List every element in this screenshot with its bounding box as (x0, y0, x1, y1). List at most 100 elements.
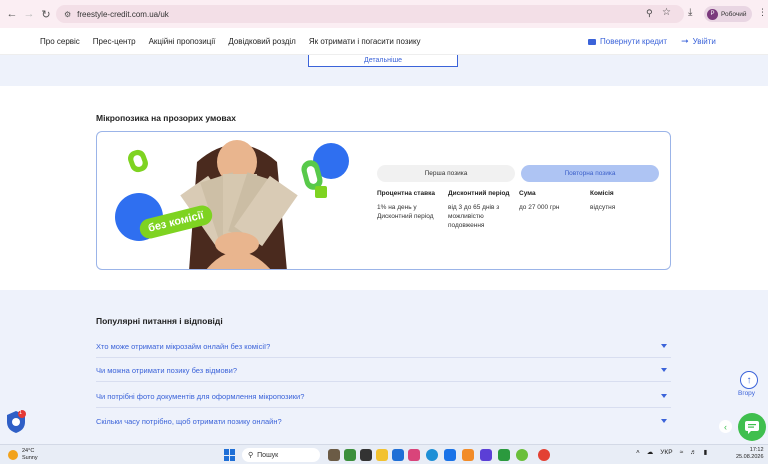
cloud-icon[interactable]: ☁ (647, 448, 654, 456)
faq-item[interactable]: Чи можна отримати позику без відмови? (96, 363, 671, 377)
commission-column: Комісія відсутня (590, 190, 660, 212)
commission-heading: Комісія (590, 190, 614, 197)
address-bar[interactable]: ⚙ freestyle-credit.com.ua/uk (56, 5, 684, 23)
site-header: Про сервіс Прес-центр Акційні пропозиції… (0, 28, 768, 55)
main-menu: Про сервіс Прес-центр Акційні пропозиції… (40, 37, 421, 46)
tab-repeat-loan[interactable]: Повторна позика (521, 165, 659, 182)
clock[interactable]: 17:12 25.08.2026 (736, 447, 764, 461)
tab-first-loan[interactable]: Перша позика (377, 165, 515, 182)
green-q-logo-left (128, 149, 148, 173)
chevron-down-icon (661, 368, 667, 372)
amount-heading: Сума (519, 190, 536, 197)
discount-heading: Дисконтний період (448, 190, 510, 197)
commission-value: відсутня (590, 204, 616, 211)
return-credit-label: Повернути кредит (600, 37, 668, 46)
browser-toolbar: ← → ↻ ⚙ freestyle-credit.com.ua/uk ⚲ ☆ ⤓… (0, 0, 768, 28)
divider (96, 381, 671, 382)
loan-card: без комісії Перша позика Повторна позика… (96, 131, 671, 270)
avatar: Р (707, 8, 718, 20)
site-info-icon[interactable]: ⚙ (64, 10, 71, 19)
scroll-up-label: Вгору (738, 390, 755, 397)
faq-item[interactable]: Чи потрібні фото документів для оформлен… (96, 389, 671, 403)
forward-icon[interactable]: → (20, 5, 38, 23)
taskbar-search[interactable]: ⚲ Пошук (242, 448, 320, 462)
taskbar-app-icon[interactable] (480, 449, 492, 461)
profile-name: Робочий (721, 10, 747, 18)
menu-item-promotions[interactable]: Акційні пропозиції (149, 37, 216, 46)
amount-value: до 27 000 грн (519, 204, 560, 211)
taskbar-app-icon[interactable] (426, 449, 438, 461)
login-icon: ➞ (681, 36, 689, 46)
rate-value: 1% на день у Дисконтний період (377, 204, 434, 220)
faq-item[interactable]: Скільки часу потрібно, щоб отримати пози… (96, 414, 671, 428)
battery-icon[interactable]: ▮ (704, 448, 708, 456)
menu-item-about[interactable]: Про сервіс (40, 37, 80, 46)
chevron-up-icon[interactable]: ˄ (636, 449, 640, 456)
taskbar: 24°C Sunny ⚲ Пошук ˄ ☁ УКР ≈ ♬ ▮ 17:12 2… (0, 444, 768, 464)
downloads-icon[interactable]: ⤓ (688, 7, 692, 18)
taskbar-app-icon[interactable] (392, 449, 404, 461)
chevron-down-icon (661, 419, 667, 423)
promo-illustration (115, 140, 349, 269)
clock-date: 25.08.2026 (736, 454, 764, 460)
wifi-icon[interactable]: ≈ (680, 449, 684, 456)
loan-section-title: Мікропозика на прозорих умовах (96, 113, 236, 123)
notification-count: 1 (19, 410, 23, 416)
faq-question: Хто може отримати мікрозайм онлайн без к… (96, 341, 271, 351)
taskbar-app-icon[interactable] (376, 449, 388, 461)
rate-heading: Процентна ставка (377, 190, 435, 197)
collapse-chat-button[interactable]: ‹ (719, 420, 732, 433)
menu-item-help[interactable]: Довідковий розділ (228, 37, 296, 46)
amount-column: Сума до 27 000 грн (519, 190, 589, 212)
taskbar-app-icon[interactable] (408, 449, 420, 461)
rate-column: Процентна ставка 1% на день у Дисконтний… (377, 190, 447, 221)
weather-widget[interactable]: 24°C Sunny (8, 448, 38, 461)
windows-start-icon[interactable] (224, 449, 236, 461)
login-label: Увійти (692, 37, 716, 46)
divider (96, 357, 671, 358)
discount-column: Дисконтний період від 3 до 65 днів з мож… (448, 190, 518, 230)
search-icon: ⚲ (248, 452, 254, 459)
discount-value: від 3 до 65 днів з можливістю подовження (448, 204, 500, 229)
taskbar-app-icon[interactable] (498, 449, 510, 461)
chat-button[interactable] (738, 413, 766, 441)
taskbar-app-icon[interactable] (516, 449, 528, 461)
shield-icon (7, 410, 26, 433)
chat-bubble-icon (745, 420, 759, 434)
chevron-down-icon (661, 394, 667, 398)
login-link[interactable]: ➞ Увійти (681, 36, 716, 47)
clock-time: 17:12 (749, 447, 764, 453)
profile-button[interactable]: Р Робочий (704, 6, 752, 22)
arrow-up-icon: ↑ (746, 374, 752, 386)
taskbar-app-icon[interactable] (344, 449, 356, 461)
scroll-up-button[interactable]: ↑ (740, 371, 758, 389)
taskbar-app-icon[interactable] (360, 449, 372, 461)
faq-item[interactable]: Хто може отримати мікрозайм онлайн без к… (96, 339, 671, 353)
more-menu-icon[interactable]: ⋮ (758, 7, 767, 18)
bookmark-star-icon[interactable]: ☆ (662, 7, 671, 18)
weather-condition: Sunny (22, 454, 38, 461)
menu-item-how-to[interactable]: Як отримати і погасити позику (309, 37, 421, 46)
chrome-icon[interactable] (538, 449, 550, 461)
taskbar-search-label: Пошук (257, 451, 279, 459)
sun-icon (8, 449, 18, 460)
back-icon[interactable]: ← (3, 5, 21, 23)
woman-hand (215, 232, 259, 256)
url-text: freestyle-credit.com.ua/uk (77, 9, 169, 19)
volume-icon[interactable]: ♬ (690, 449, 697, 456)
return-credit-link[interactable]: Повернути кредит (588, 36, 667, 47)
language-indicator[interactable]: УКР (660, 449, 672, 456)
divider (96, 407, 671, 408)
reload-icon[interactable]: ↻ (37, 5, 55, 23)
faq-title: Популярні питання і відповіді (96, 316, 223, 326)
notification-widget[interactable]: 1 (6, 410, 26, 434)
faq-question: Скільки часу потрібно, щоб отримати пози… (96, 416, 282, 426)
zoom-icon[interactable]: ⚲ (646, 8, 653, 19)
taskbar-app-icon[interactable] (462, 449, 474, 461)
wallet-icon (588, 38, 596, 45)
faq-question: Чи можна отримати позику без відмови? (96, 365, 238, 375)
menu-item-press[interactable]: Прес-центр (93, 37, 136, 46)
taskbar-app-icon[interactable] (444, 449, 456, 461)
details-button[interactable]: Детальніше (308, 55, 458, 67)
taskbar-app-icon[interactable] (328, 449, 340, 461)
